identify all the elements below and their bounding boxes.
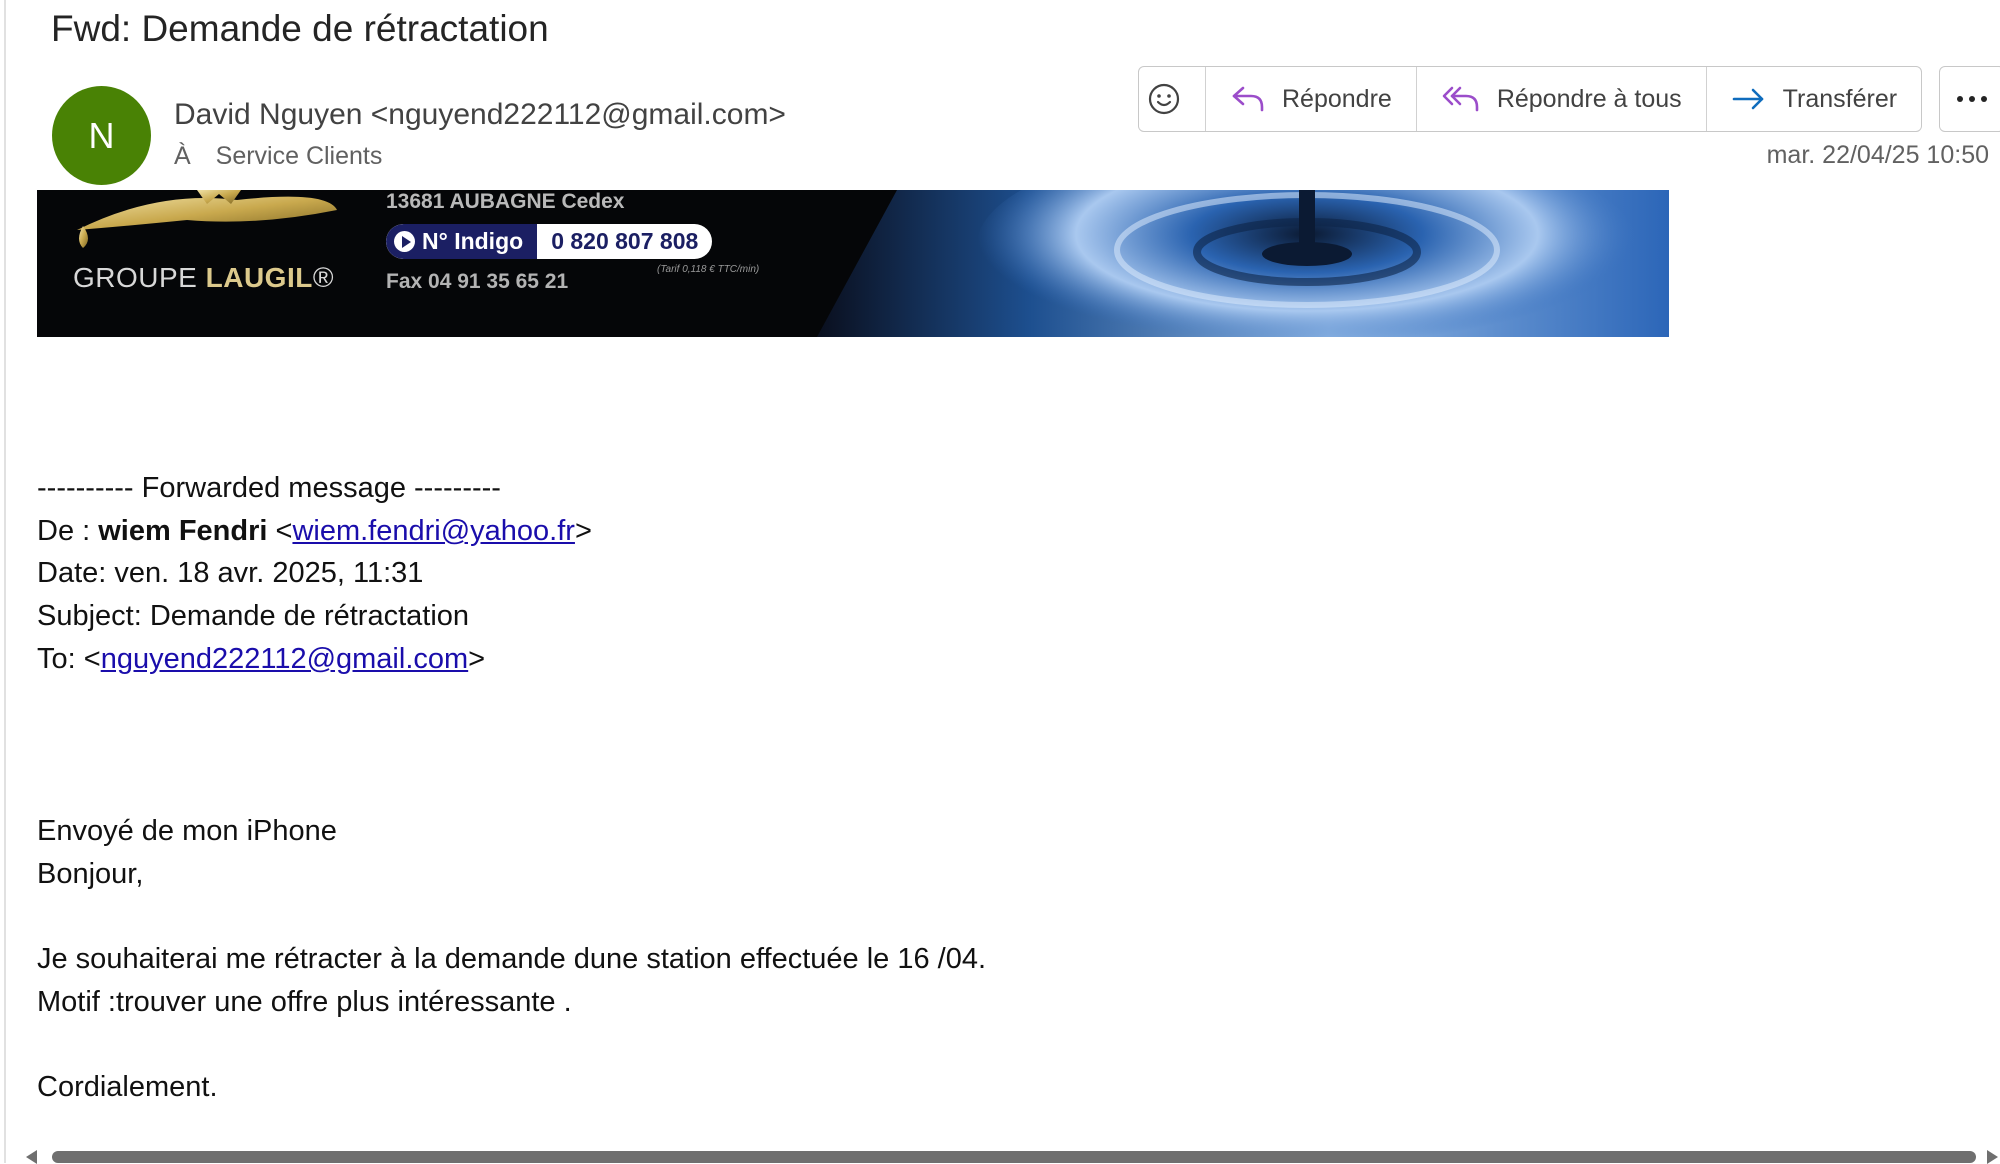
horizontal-scrollbar[interactable] (14, 1147, 2000, 1164)
reading-pane-border (4, 0, 6, 1163)
reply-button[interactable]: Répondre (1205, 67, 1416, 131)
banner-address: 13681 AUBAGNE Cedex (386, 190, 625, 213)
signature-banner: GROUPE LAUGIL® 13681 AUBAGNE Cedex N° In… (37, 190, 1669, 337)
message-line-2: Motif :trouver une offre plus intéressan… (37, 986, 572, 1018)
forwarded-separator: ---------- Forwarded message --------- (37, 472, 501, 504)
banner-indigo-badge: N° Indigo 0 820 807 808 (386, 224, 713, 259)
email-subject: Fwd: Demande de rétractation (51, 8, 549, 49)
forward-label: Transférer (1782, 84, 1898, 113)
recipient-name[interactable]: Service Clients (216, 142, 383, 170)
banner-indigo-label: N° Indigo (386, 224, 538, 259)
reply-label: Répondre (1282, 84, 1392, 113)
to-prefix: À (174, 142, 191, 170)
banner-brand-strong: LAUGIL (205, 262, 313, 293)
forwarded-subject-line: Subject: Demande de rétractation (37, 600, 470, 632)
closing: Cordialement. (37, 1071, 218, 1103)
forwarded-date-line: Date: ven. 18 avr. 2025, 11:31 (37, 557, 424, 589)
banner-tarif: (Tarif 0,118 € TTC/min) (657, 264, 760, 275)
from-email-link[interactable]: wiem.fendri@yahoo.fr (292, 515, 575, 547)
to-label: To: (37, 643, 84, 675)
scroll-right-arrow-icon[interactable] (1987, 1150, 1998, 1164)
message-actions: Répondre Répondre à tous Transférer (1138, 66, 2000, 132)
forward-button[interactable]: Transférer (1705, 67, 1921, 131)
banner-indigo-number: 0 820 807 808 (551, 228, 699, 254)
forward-arrow-icon (1732, 88, 1763, 110)
from-label: De : (37, 515, 99, 547)
reply-all-label: Répondre à tous (1496, 84, 1682, 113)
message-line-1: Je souhaiterai me rétracter à la demande… (37, 943, 987, 975)
more-horizontal-icon (1957, 96, 1988, 102)
scrollbar-thumb[interactable] (52, 1151, 1976, 1163)
smiley-icon (1148, 83, 1180, 115)
recipient-line: À Service Clients (174, 142, 382, 171)
avatar[interactable]: N (52, 86, 151, 185)
from-name: wiem Fendri (98, 515, 268, 547)
to-email-link[interactable]: nguyend222112@gmail.com (101, 643, 468, 675)
banner-fax: Fax 04 91 35 65 21 (386, 270, 569, 293)
reply-all-button[interactable]: Répondre à tous (1415, 67, 1706, 131)
forwarded-to-line: To: <nguyend222112@gmail.com> (37, 643, 486, 675)
sender-name[interactable]: David Nguyen <nguyend222112@gmail.com> (174, 98, 786, 132)
banner-brand-prefix: GROUPE (73, 262, 206, 293)
message-timestamp: mar. 22/04/25 10:50 (1766, 141, 1989, 169)
reaction-button[interactable] (1139, 67, 1205, 131)
iphone-signature: Envoyé de mon iPhone (37, 815, 337, 847)
forwarded-from-line: De : wiem Fendri <wiem.fendri@yahoo.fr> (37, 515, 592, 547)
reply-all-icon (1442, 86, 1479, 112)
scroll-left-arrow-icon[interactable] (26, 1150, 37, 1164)
greeting: Bonjour, (37, 858, 144, 890)
banner-brand-mark: ® (312, 262, 334, 293)
action-button-group: Répondre Répondre à tous Transférer (1138, 66, 1923, 132)
more-actions-button[interactable] (1939, 66, 2000, 132)
reply-icon (1232, 86, 1264, 112)
avatar-initial: N (88, 114, 115, 156)
banner-brand: GROUPE LAUGIL® (73, 262, 334, 294)
